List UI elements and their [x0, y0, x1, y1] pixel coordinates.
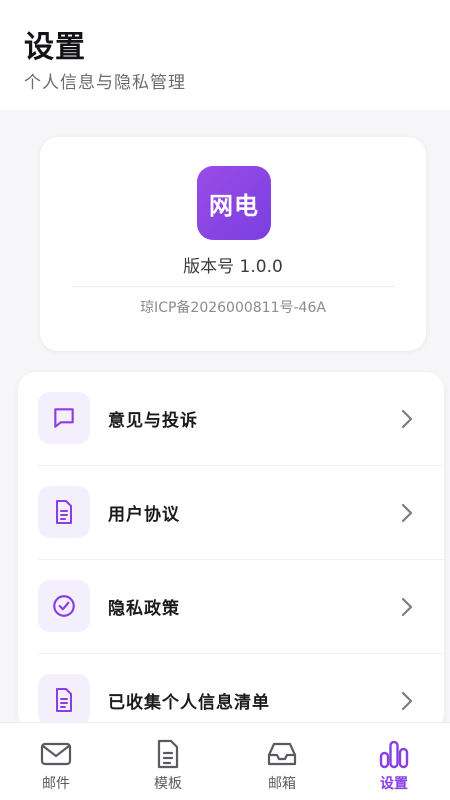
tab-settings[interactable]: 设置	[338, 723, 450, 800]
message-square-icon	[38, 392, 90, 444]
chevron-right-icon	[400, 690, 414, 712]
tab-label: 邮箱	[268, 776, 296, 792]
check-circle-icon	[38, 580, 90, 632]
inbox-icon	[262, 737, 302, 771]
tab-label: 邮件	[42, 776, 70, 792]
menu-label: 已收集个人信息清单	[108, 693, 270, 713]
page-subtitle: 个人信息与隐私管理	[24, 73, 186, 93]
chevron-right-icon	[400, 408, 414, 430]
chevron-right-icon	[400, 502, 414, 524]
settings-menu: 意见与投诉 用户协议 隐私政策 已收集个人信息清单	[18, 372, 444, 732]
icp-number: 琼ICP备2026000811号-46A	[140, 300, 326, 316]
version-label: 版本号 1.0.0	[183, 257, 283, 277]
mail-icon	[36, 737, 76, 771]
app-logo: 网电	[197, 166, 271, 240]
menu-label: 意见与投诉	[108, 411, 198, 431]
about-card: 网电 版本号 1.0.0 琼ICP备2026000811号-46A	[40, 137, 426, 351]
tab-templates[interactable]: 模板	[112, 723, 224, 800]
page-title: 设置	[24, 30, 86, 65]
chevron-right-icon	[400, 596, 414, 618]
divider	[72, 286, 394, 287]
header: 设置 个人信息与隐私管理	[0, 0, 450, 110]
document-icon	[148, 737, 188, 771]
tab-label: 设置	[380, 776, 408, 792]
menu-label: 用户协议	[108, 505, 180, 525]
menu-item-collected-info-list[interactable]: 已收集个人信息清单	[18, 654, 444, 732]
tab-mail[interactable]: 邮件	[0, 723, 112, 800]
bar-chart-icon	[374, 737, 414, 771]
bottom-tab-bar: 邮件 模板 邮箱 设置	[0, 722, 450, 800]
menu-label: 隐私政策	[108, 599, 180, 619]
menu-item-user-agreement[interactable]: 用户协议	[18, 466, 444, 560]
tab-mailbox[interactable]: 邮箱	[226, 723, 338, 800]
document-icon	[38, 674, 90, 726]
document-icon	[38, 486, 90, 538]
menu-item-feedback[interactable]: 意见与投诉	[18, 372, 444, 466]
tab-label: 模板	[154, 776, 182, 792]
menu-item-privacy-policy[interactable]: 隐私政策	[18, 560, 444, 654]
